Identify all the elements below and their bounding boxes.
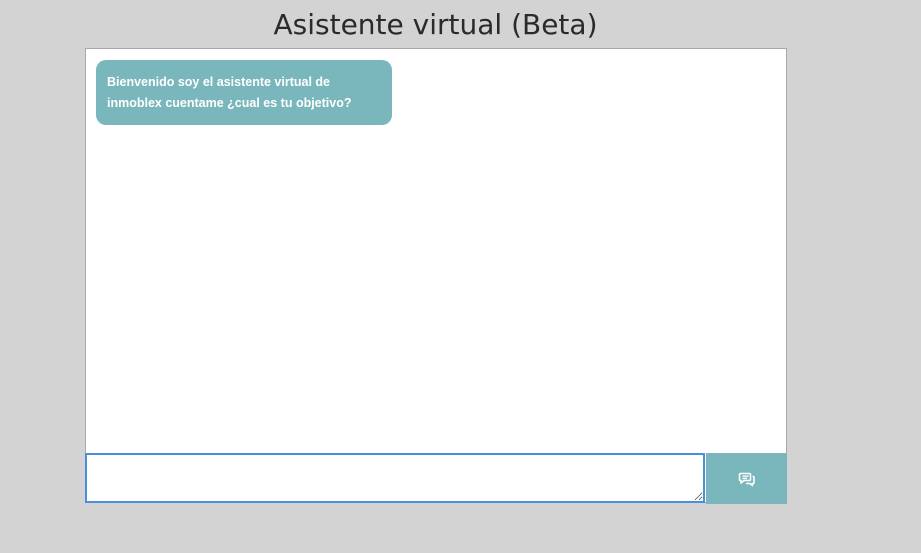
message-list: Bienvenido soy el asistente virtual de i… <box>86 49 786 453</box>
bot-message: Bienvenido soy el asistente virtual de i… <box>96 60 392 125</box>
page: Asistente virtual (Beta) Bienvenido soy … <box>0 0 921 553</box>
page-title: Asistente virtual (Beta) <box>273 8 598 41</box>
chat-bubbles-icon <box>738 471 756 487</box>
chat-window: Bienvenido soy el asistente virtual de i… <box>85 48 787 504</box>
message-input[interactable] <box>85 453 705 503</box>
send-button[interactable] <box>706 453 787 504</box>
composer <box>85 453 787 504</box>
